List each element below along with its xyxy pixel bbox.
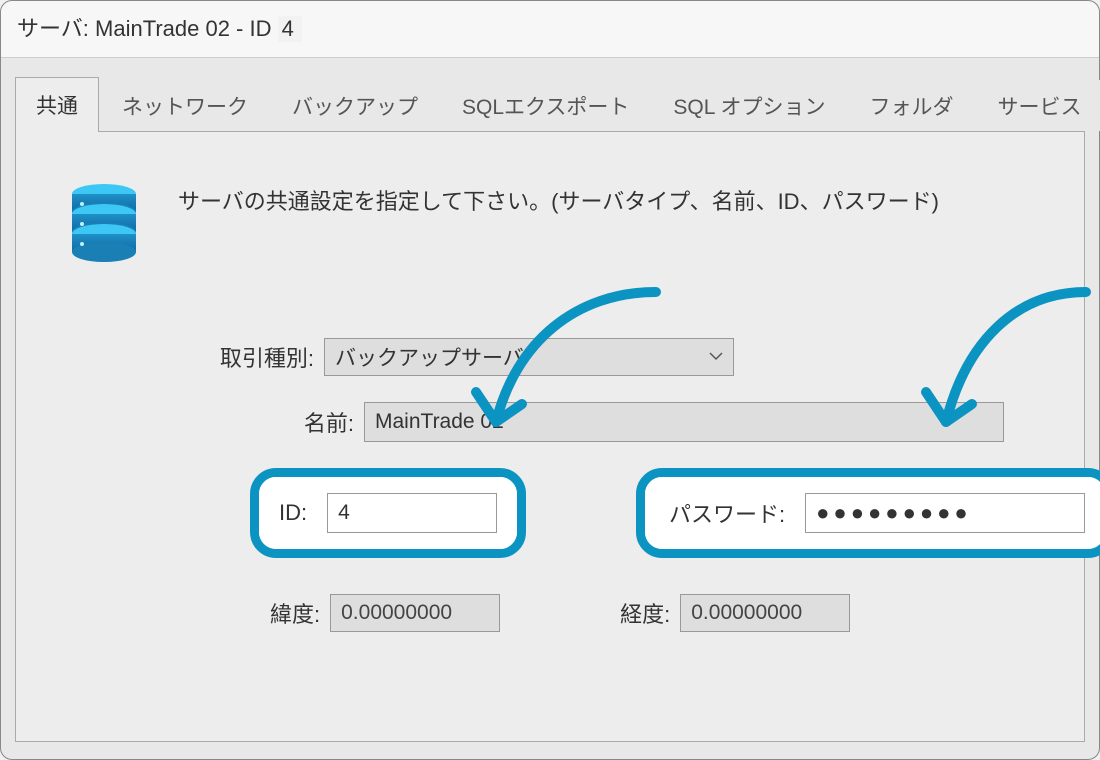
- trade-type-select[interactable]: バックアップサーバ: [324, 338, 734, 376]
- tab-folder[interactable]: フォルダ: [848, 80, 974, 131]
- longitude-label: 経度:: [620, 597, 670, 629]
- title-server-id: 4: [278, 16, 302, 42]
- tab-service[interactable]: サービス: [976, 80, 1100, 131]
- longitude-input[interactable]: [680, 594, 850, 632]
- tab-panel-common: サーバの共通設定を指定して下さい。(サーバタイプ、名前、ID、パスワード) 取引…: [15, 132, 1085, 742]
- title-prefix: サーバ:: [17, 16, 95, 41]
- trade-type-value: バックアップサーバ: [335, 342, 524, 372]
- tab-sql-export[interactable]: SQLエクスポート: [441, 80, 650, 131]
- id-highlight: ID:: [250, 468, 526, 558]
- server-config-window: サーバ: MainTrade 02 - ID 4 共通 ネットワーク バックアッ…: [0, 0, 1100, 760]
- tab-network[interactable]: ネットワーク: [101, 80, 269, 131]
- title-server-name: MainTrade 02: [95, 16, 230, 41]
- tab-sql-options[interactable]: SQL オプション: [652, 80, 846, 131]
- latitude-input[interactable]: [330, 594, 500, 632]
- tab-backup[interactable]: バックアップ: [271, 80, 439, 131]
- password-highlight: パスワード:: [636, 468, 1100, 558]
- server-icon: [64, 180, 144, 268]
- chevron-down-icon: [709, 348, 723, 366]
- password-label: パスワード:: [665, 497, 785, 529]
- latitude-label: 緯度:: [270, 597, 320, 629]
- tab-common[interactable]: 共通: [15, 77, 99, 132]
- name-input[interactable]: [364, 402, 1004, 442]
- panel-description: サーバの共通設定を指定して下さい。(サーバタイプ、名前、ID、パスワード): [178, 180, 939, 216]
- trade-type-label: 取引種別:: [194, 341, 314, 373]
- tab-container: 共通 ネットワーク バックアップ SQLエクスポート SQL オプション フォル…: [1, 58, 1099, 742]
- name-label: 名前:: [234, 406, 354, 438]
- form-grid: 取引種別: バックアップサーバ 名前: ID:: [194, 338, 1048, 632]
- id-input[interactable]: [327, 493, 497, 533]
- tab-strip: 共通 ネットワーク バックアップ SQLエクスポート SQL オプション フォル…: [15, 76, 1085, 132]
- password-input[interactable]: [805, 493, 1085, 533]
- id-label: ID:: [279, 500, 307, 526]
- window-title: サーバ: MainTrade 02 - ID 4: [1, 1, 1099, 58]
- title-sep: - ID: [230, 16, 278, 41]
